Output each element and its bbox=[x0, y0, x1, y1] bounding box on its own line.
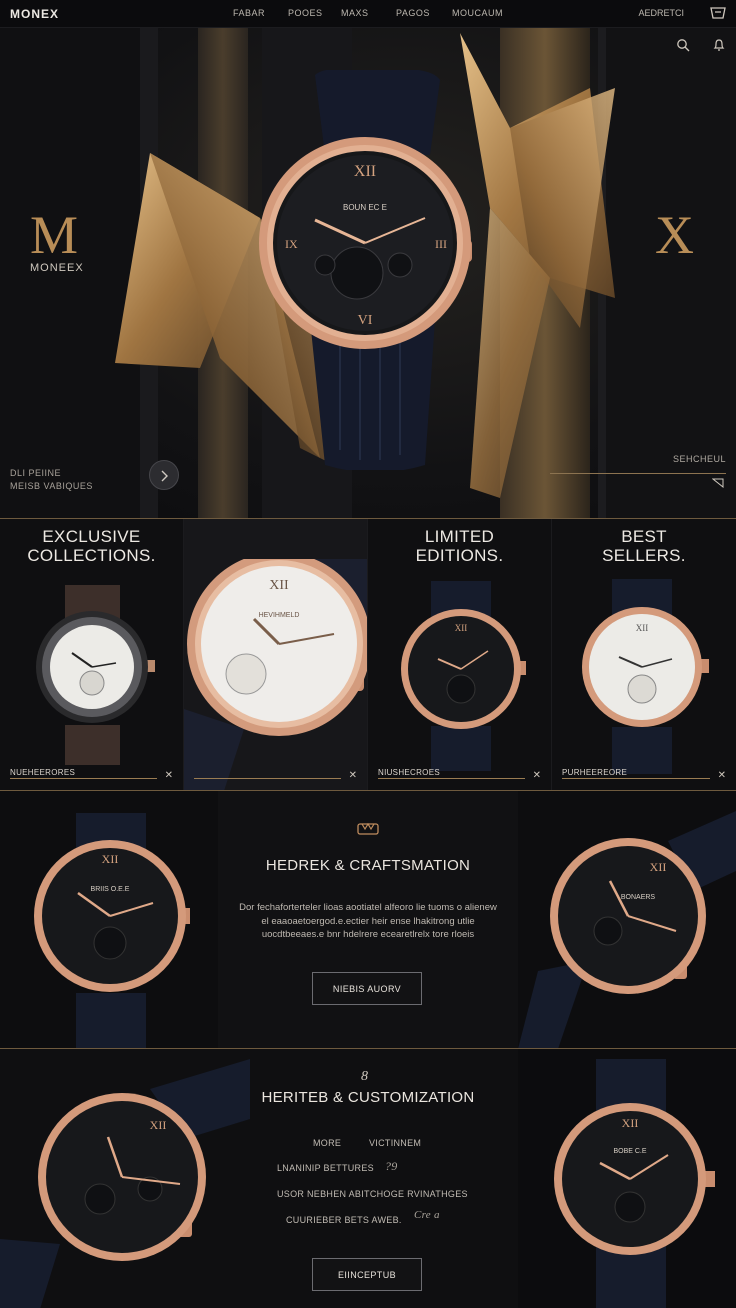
hero-monogram: M bbox=[30, 205, 79, 265]
hero-search-link[interactable]: SEHCHEUL bbox=[673, 454, 726, 464]
collection-tag[interactable]: NIUSHECROES bbox=[378, 768, 440, 777]
heritage-cta-button[interactable]: NIEBIS AUORV bbox=[312, 972, 422, 1005]
collection-tag[interactable]: NUEHEERORES bbox=[10, 768, 75, 777]
crown-emblem-icon bbox=[356, 821, 380, 837]
svg-text:VI: VI bbox=[358, 313, 373, 328]
watch-image: XII BOBE C.E bbox=[554, 1059, 715, 1308]
option-c[interactable]: LNANINIP BETTURES bbox=[277, 1163, 374, 1173]
collection-divider bbox=[194, 778, 341, 779]
close-icon[interactable]: ✕ bbox=[349, 770, 357, 781]
brand-logo[interactable]: MONEX bbox=[10, 7, 59, 21]
collection-title: LIMITED EDITIONS. bbox=[415, 527, 504, 565]
hero-subtext-1: DLI PEIINE bbox=[10, 468, 62, 478]
option-d[interactable]: USOR NEBHEN ABITCHOGE RVINATHGES bbox=[277, 1189, 468, 1199]
svg-text:XII: XII bbox=[354, 163, 376, 180]
option-b[interactable]: VICTINNEM bbox=[369, 1138, 421, 1148]
collection-title: EXCLUSIVE COLLECTIONS. bbox=[27, 527, 156, 565]
dial-text: HEVIHMELD bbox=[259, 612, 300, 619]
option-more[interactable]: MORE bbox=[313, 1138, 341, 1148]
nav-account-link[interactable]: AEDRETCI bbox=[638, 8, 684, 18]
heritage-section: XII BRIIS O.E.E HEDREK & CRAFTSMATION Do… bbox=[0, 790, 736, 1048]
bag-icon[interactable] bbox=[710, 6, 726, 20]
nav-item-1[interactable]: FABAR bbox=[233, 8, 265, 18]
watch-image: XII bbox=[401, 581, 526, 771]
svg-text:XII: XII bbox=[269, 578, 289, 593]
dial-text: BRIIS O.E.E bbox=[91, 886, 130, 893]
nav-item-2[interactable]: POOES bbox=[288, 8, 323, 18]
customization-title: HERITEB & CUSTOMIZATION bbox=[261, 1089, 475, 1106]
hero-letter-right: X bbox=[655, 205, 694, 265]
hero-watch-image: XII VI IX III BOUN EC E bbox=[259, 70, 472, 470]
heritage-left-panel: XII BRIIS O.E.E bbox=[0, 791, 218, 1048]
svg-text:XII: XII bbox=[150, 1118, 167, 1132]
customization-section: XII 8 HERITEB & CUSTOMIZATION MORE VICTI… bbox=[0, 1048, 736, 1308]
watch-image: XII bbox=[0, 1059, 250, 1308]
svg-text:XII: XII bbox=[102, 852, 119, 866]
option-e-mark: Cre a bbox=[414, 1209, 440, 1221]
dial-text: BOBE C.E bbox=[613, 1148, 646, 1155]
svg-text:XII: XII bbox=[650, 860, 667, 874]
hero-brand-name: MONEEX bbox=[30, 262, 84, 274]
heritage-title: HEDREK & CRAFTSMATION bbox=[265, 857, 471, 874]
bell-icon[interactable] bbox=[712, 38, 726, 52]
collection-divider bbox=[378, 778, 525, 779]
arrow-icon[interactable] bbox=[712, 478, 724, 488]
top-nav: MONEX FABAR POOES MAXS PAGOS MOUCAUM AED… bbox=[0, 0, 736, 28]
nav-item-4[interactable]: PAGOS bbox=[396, 8, 430, 18]
customization-right-panel: XII BOBE C.E bbox=[518, 1049, 736, 1308]
option-e[interactable]: CUURIEBER BETS AWEB. bbox=[286, 1215, 402, 1225]
chevron-icon bbox=[161, 470, 168, 482]
watch-image: XII BONAERS bbox=[518, 811, 736, 1048]
close-icon[interactable]: ✕ bbox=[533, 770, 541, 781]
hero-divider bbox=[550, 473, 726, 474]
svg-text:III: III bbox=[435, 237, 447, 251]
watch-image: XII bbox=[582, 579, 709, 774]
collection-tag[interactable]: PURHEEREORE bbox=[562, 768, 627, 777]
watch-image bbox=[36, 585, 155, 765]
collection-card-bestsellers[interactable]: BEST SELLERS. XII PURHEEREORE ✕ bbox=[552, 519, 736, 791]
hero-section: XII VI IX III BOUN EC E M MONEEX X DLI P… bbox=[0, 28, 736, 518]
collection-card-limited[interactable]: LIMITED EDITIONS. XII NIUSHECROES ✕ bbox=[368, 519, 552, 791]
hero-scroll-button[interactable] bbox=[149, 460, 179, 490]
collection-divider bbox=[10, 778, 157, 779]
watch-image: XII BRIIS O.E.E bbox=[34, 813, 190, 1048]
hero-dial-text: BOUN EC E bbox=[343, 203, 387, 212]
svg-text:XII: XII bbox=[622, 1116, 639, 1130]
svg-text:IX: IX bbox=[285, 237, 298, 251]
search-icon[interactable] bbox=[676, 38, 690, 52]
hero-subtext-2: MEISB VABIQUES bbox=[10, 481, 93, 491]
collections-section: EXCLUSIVE COLLECTIONS. NUEHEERORES ✕ XII… bbox=[0, 518, 736, 791]
svg-text:XII: XII bbox=[455, 623, 468, 633]
collection-divider bbox=[562, 778, 710, 779]
customize-cta-button[interactable]: EIINCEPTUB bbox=[312, 1258, 422, 1291]
hero-right-panel bbox=[606, 28, 736, 518]
collection-card-exclusive[interactable]: EXCLUSIVE COLLECTIONS. NUEHEERORES ✕ bbox=[0, 519, 184, 791]
close-icon[interactable]: ✕ bbox=[718, 770, 726, 781]
collection-card-feature[interactable]: XII HEVIHMELD ✕ bbox=[184, 519, 368, 791]
option-c-mark: ?9 bbox=[385, 1159, 398, 1173]
nav-item-5[interactable]: MOUCAUM bbox=[452, 8, 503, 18]
customization-icon: 8 bbox=[361, 1069, 368, 1084]
collection-title: BEST SELLERS. bbox=[602, 527, 686, 565]
close-icon[interactable]: ✕ bbox=[165, 770, 173, 781]
nav-item-3[interactable]: MAXS bbox=[341, 8, 369, 18]
svg-text:XII: XII bbox=[636, 623, 649, 633]
heritage-right-panel: XII BONAERS bbox=[518, 791, 736, 1048]
watch-image: XII HEVIHMELD bbox=[184, 559, 367, 791]
dial-text: BONAERS bbox=[621, 894, 656, 901]
heritage-body: Dor fechaforterteler lioas aootiatel alf… bbox=[239, 902, 497, 940]
